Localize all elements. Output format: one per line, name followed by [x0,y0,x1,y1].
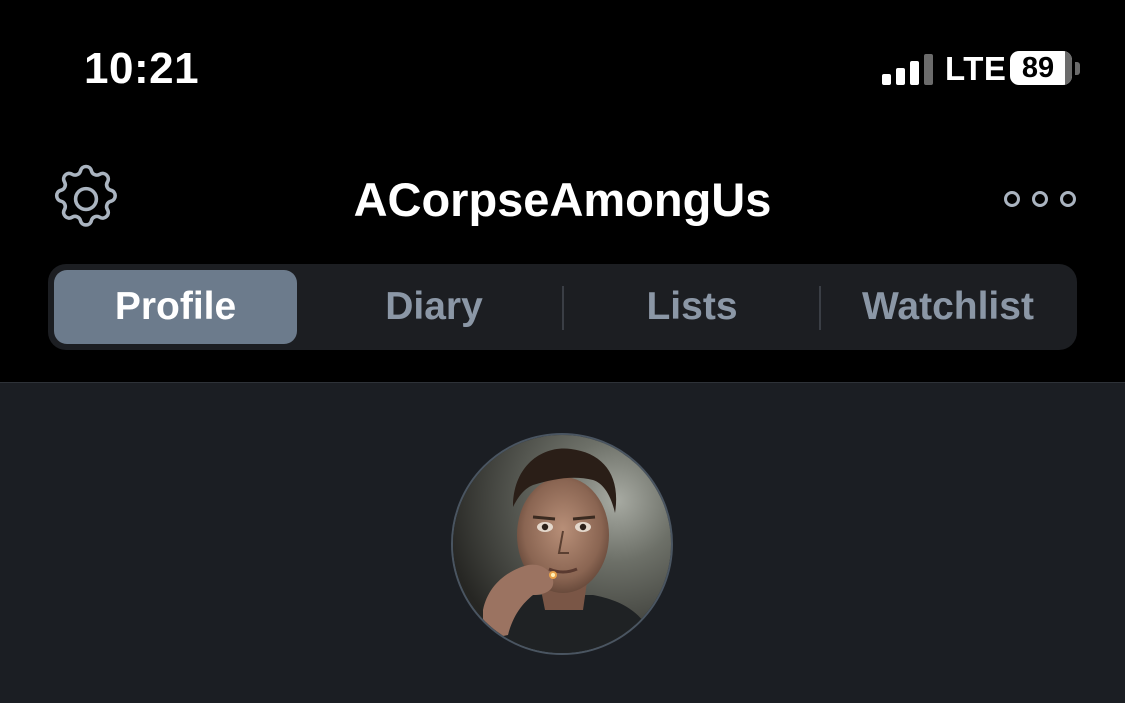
avatar[interactable] [451,433,673,655]
more-icon [1004,191,1076,207]
avatar-image [453,435,671,653]
more-options-button[interactable] [1000,184,1080,214]
profile-header: ACorpseAmongUs Profile Diary Lists Watch… [0,130,1125,382]
tab-diary[interactable]: Diary [306,270,562,344]
tab-lists[interactable]: Lists [564,270,820,344]
cellular-signal-icon [882,53,934,85]
battery-cap [1075,62,1080,75]
page-title: ACorpseAmongUs [353,173,772,226]
battery-icon: 89 [1010,51,1072,85]
tab-watchlist[interactable]: Watchlist [822,270,1074,344]
profile-content [0,382,1125,703]
status-bar: 10:21 LTE 89 [0,0,1125,130]
status-time: 10:21 [84,44,200,93]
tab-profile[interactable]: Profile [54,270,297,344]
network-type: LTE [945,50,1007,87]
tab-divider [819,286,821,330]
battery-level: 89 [1021,52,1055,84]
profile-tabs: Profile Diary Lists Watchlist [48,264,1077,350]
